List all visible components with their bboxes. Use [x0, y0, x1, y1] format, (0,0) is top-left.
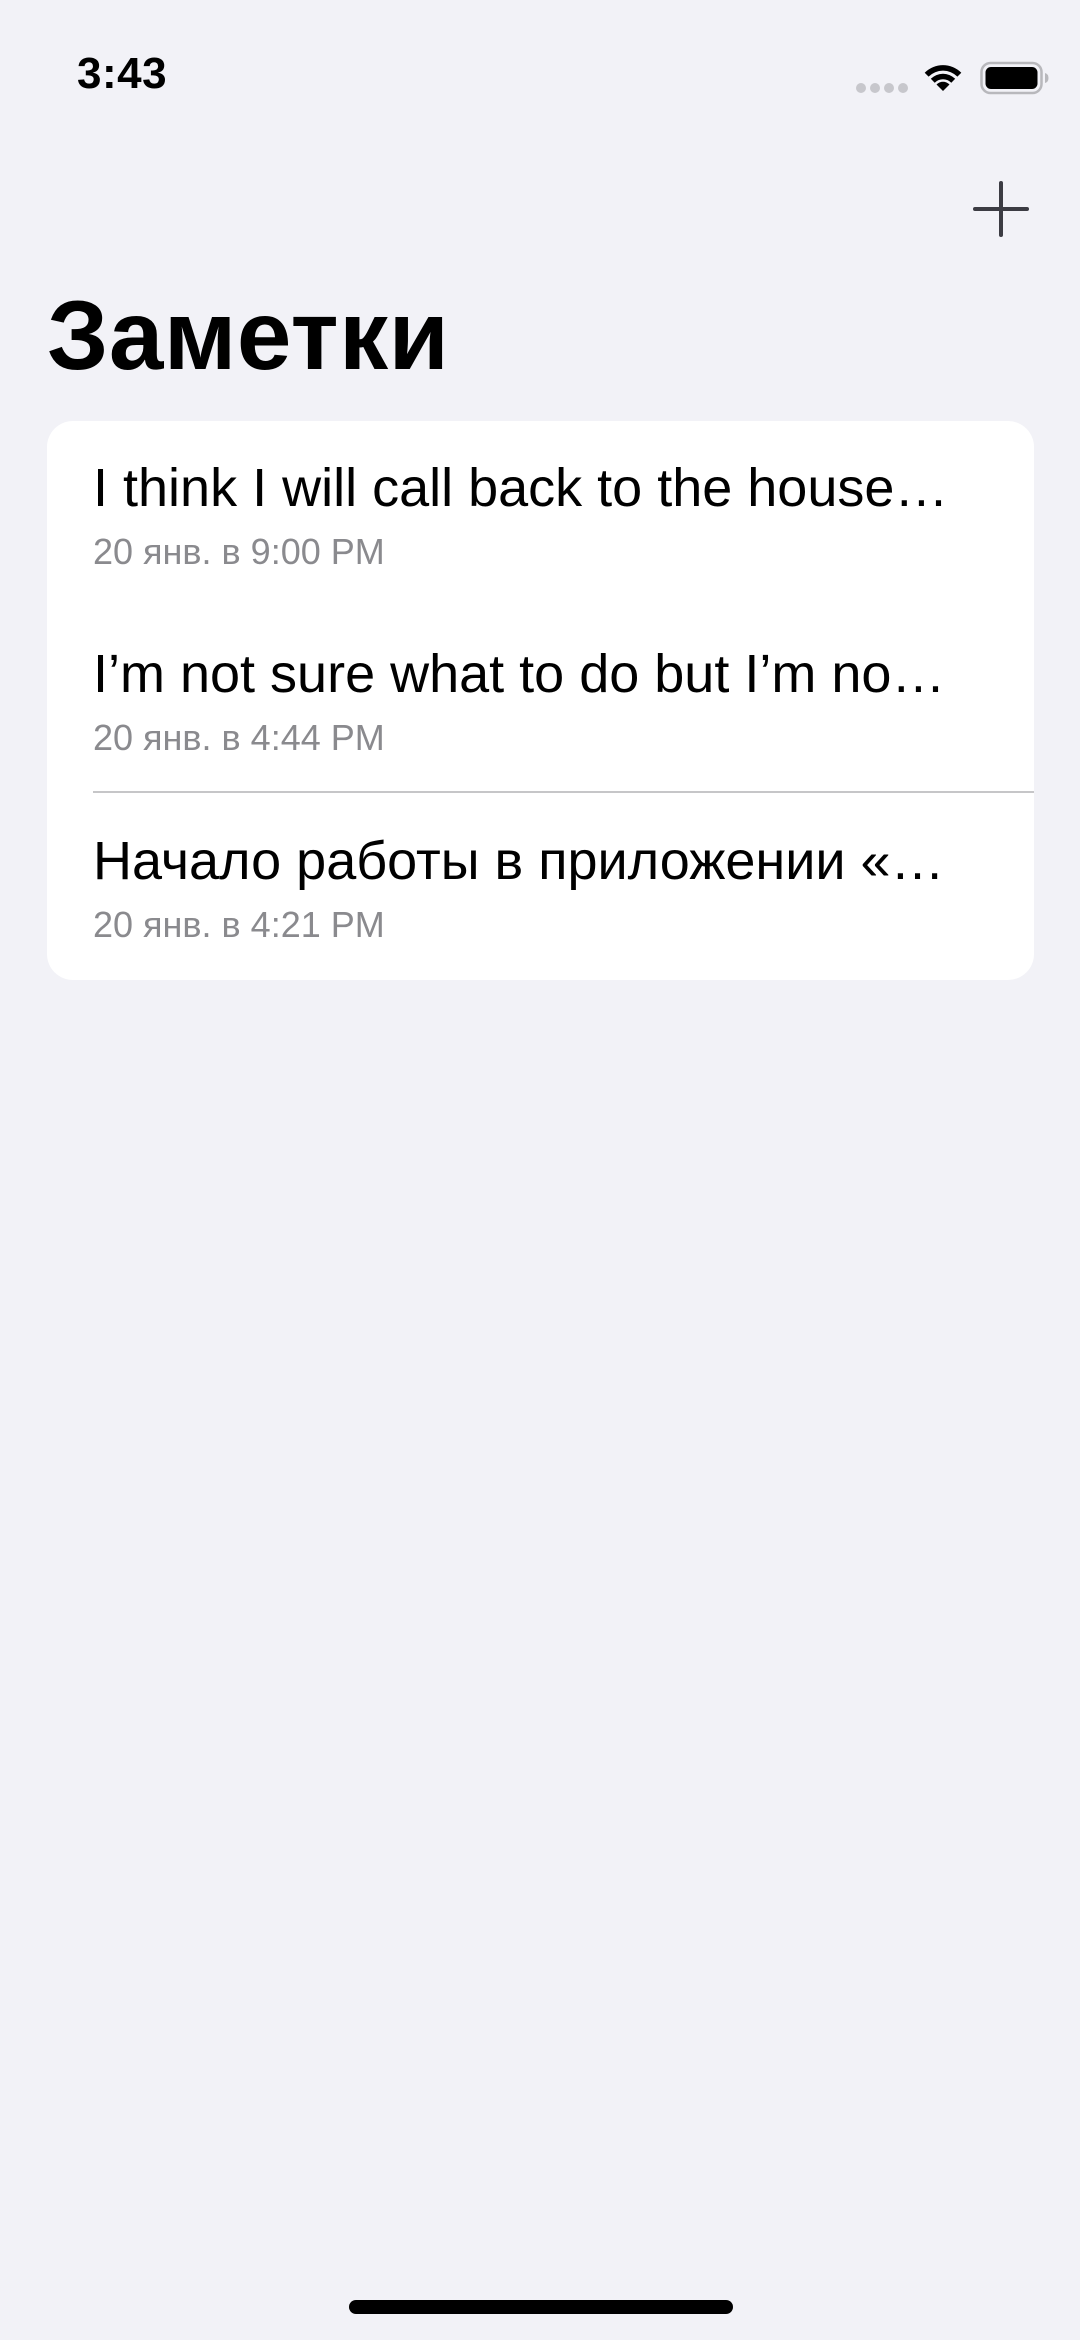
status-bar: 3:43: [0, 0, 1080, 140]
note-title: Начало работы в приложении «…: [93, 831, 945, 891]
row-separator: [93, 791, 1034, 793]
battery-icon: [980, 61, 1049, 95]
note-date: 20 янв. в 4:44 PM: [93, 717, 385, 758]
home-indicator[interactable]: [349, 2300, 733, 2314]
status-time: 3:43: [77, 49, 168, 98]
add-note-button[interactable]: [970, 178, 1032, 240]
notes-list: I think I will call back to the house… 2…: [47, 421, 1034, 980]
note-row[interactable]: I’m not sure what to do but I’m no… 20 я…: [47, 607, 1034, 793]
note-title: I think I will call back to the house…: [93, 458, 949, 518]
wifi-icon: [924, 65, 962, 91]
note-title: I’m not sure what to do but I’m no…: [93, 644, 946, 704]
note-row[interactable]: Начало работы в приложении «… 20 янв. в …: [47, 794, 1034, 980]
note-date: 20 янв. в 9:00 PM: [93, 531, 385, 572]
plus-icon: [973, 181, 1029, 237]
note-row[interactable]: I think I will call back to the house… 2…: [47, 421, 1034, 607]
page-title: Заметки: [47, 280, 450, 390]
note-date: 20 янв. в 4:21 PM: [93, 904, 385, 945]
cellular-signal-icon: [856, 83, 910, 93]
